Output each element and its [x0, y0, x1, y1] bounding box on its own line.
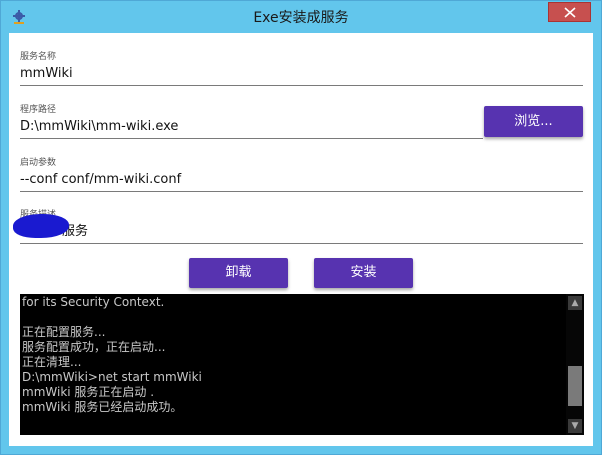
- install-button[interactable]: 安装: [314, 258, 413, 288]
- title-bar[interactable]: Exe安装成服务: [1, 1, 601, 33]
- start-args-field: 启动参数 --conf conf/mm-wiki.conf: [20, 157, 583, 192]
- console-line: 服务配置成功，正在启动...: [22, 340, 166, 354]
- console-line: for its Security Context.: [22, 295, 165, 309]
- console-line: 正在配置服务...: [22, 325, 106, 339]
- arrow-up-icon[interactable]: ▲: [568, 296, 582, 310]
- console-line: mmWiki 服务已经启动成功。: [22, 400, 183, 414]
- console-scrollbar[interactable]: ▲ ▼: [566, 294, 584, 435]
- service-desc-label: 服务描述: [20, 209, 583, 221]
- service-desc-input[interactable]: 服务: [20, 221, 583, 244]
- uninstall-button[interactable]: 卸载: [189, 258, 288, 288]
- form-area: 服务名称 mmWiki 程序路径 D:\mmWiki\mm-wiki.exe 浏…: [9, 33, 593, 446]
- service-desc-field: 服务描述 服务: [20, 209, 583, 244]
- service-name-label: 服务名称: [20, 52, 57, 62]
- console-line: 正在清理...: [22, 355, 82, 369]
- window-title: Exe安装成服务: [253, 10, 349, 26]
- program-path-field: 程序路径 D:\mmWiki\mm-wiki.exe: [20, 104, 483, 139]
- arrow-down-icon[interactable]: ▼: [568, 419, 582, 433]
- start-args-input[interactable]: --conf conf/mm-wiki.conf: [20, 169, 583, 192]
- service-name-input[interactable]: mmWiki: [20, 63, 583, 86]
- scrollbar-thumb[interactable]: [568, 366, 582, 406]
- redaction-mark: [13, 214, 69, 238]
- console-output[interactable]: for its Security Context. 正在配置服务... 服务配置成功…: [20, 294, 584, 435]
- browse-button[interactable]: 浏览...: [484, 106, 583, 137]
- close-button[interactable]: [548, 2, 591, 22]
- start-args-label: 启动参数: [20, 158, 57, 168]
- console-line: mmWiki 服务正在启动 .: [22, 385, 155, 399]
- app-window: Exe安装成服务 服务名称 mmWiki 程序路径 D:\mmWiki\mm-w…: [0, 0, 602, 455]
- program-path-input[interactable]: D:\mmWiki\mm-wiki.exe: [20, 116, 483, 139]
- service-name-field: 服务名称 mmWiki: [20, 51, 583, 86]
- console-line: D:\mmWiki>net start mmWiki: [22, 370, 202, 384]
- close-icon: [564, 7, 576, 18]
- program-path-label: 程序路径: [20, 105, 57, 115]
- console-lines: for its Security Context. 正在配置服务... 服务配置成功…: [20, 295, 584, 415]
